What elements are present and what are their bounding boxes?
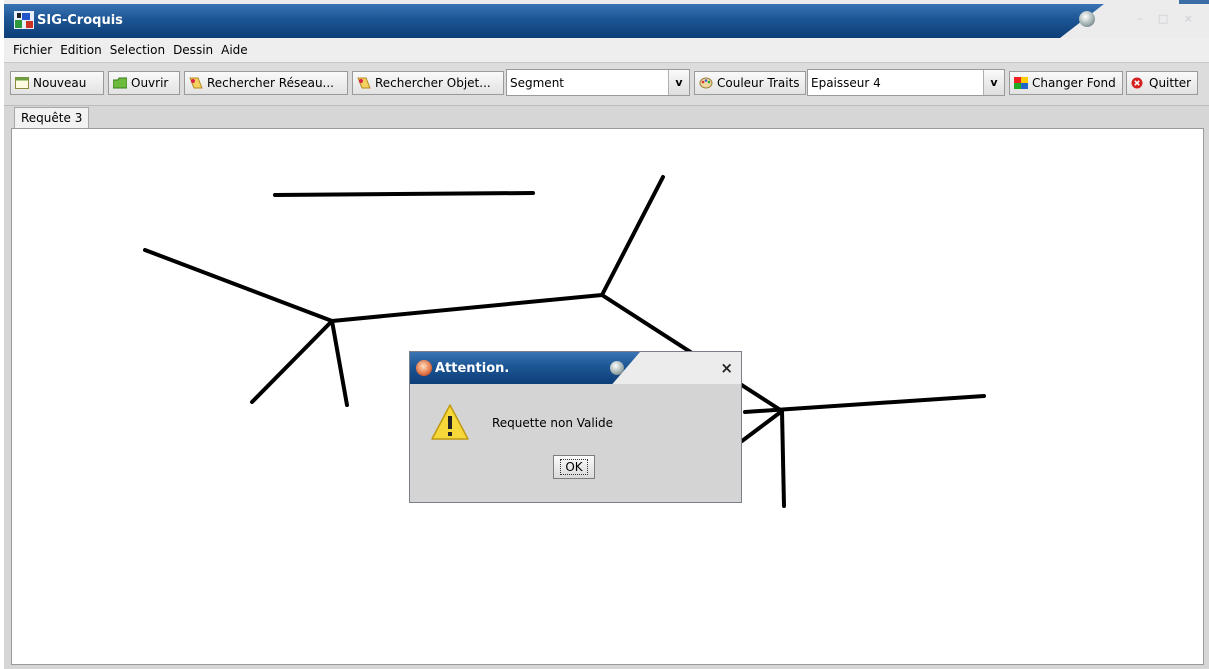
menu-dessin[interactable]: Dessin	[169, 38, 217, 62]
quitter-button[interactable]: Quitter	[1126, 71, 1198, 95]
nouveau-label: Nouveau	[33, 76, 87, 90]
ok-label: OK	[560, 459, 588, 475]
sketch-segment	[143, 248, 334, 323]
sketch-segment	[600, 175, 665, 297]
chevron-down-icon[interactable]: v	[983, 70, 1004, 95]
sketch-segment	[330, 293, 604, 323]
sketch-segment	[330, 319, 349, 407]
close-icon[interactable]: ×	[720, 359, 733, 377]
color-palette-icon	[699, 77, 713, 89]
shape-select[interactable]: Segment v	[506, 69, 690, 96]
chevron-down-icon[interactable]: v	[668, 70, 689, 95]
window-controls[interactable]: – □ ×	[1137, 12, 1199, 25]
menu-fichier[interactable]: Fichier	[9, 38, 56, 62]
shape-select-value: Segment	[510, 76, 564, 90]
ok-button[interactable]: OK	[553, 455, 595, 479]
app-logo-icon	[14, 11, 34, 29]
nouveau-button[interactable]: Nouveau	[10, 71, 104, 95]
dialog-title-bar[interactable]: Attention. ×	[410, 352, 741, 384]
changer-fond-button[interactable]: Changer Fond	[1009, 71, 1123, 95]
window-title: SIG-Croquis	[37, 13, 123, 28]
pin-icon[interactable]	[610, 361, 624, 375]
sketch-segment	[740, 409, 784, 443]
couleur-traits-button[interactable]: Couleur Traits	[694, 71, 806, 95]
search-network-icon	[189, 77, 203, 89]
thickness-select[interactable]: Epaisseur 4 v	[807, 69, 1005, 96]
couleur-traits-label: Couleur Traits	[717, 76, 800, 90]
ouvrir-button[interactable]: Ouvrir	[108, 71, 180, 95]
search-object-icon	[357, 77, 371, 89]
changer-fond-label: Changer Fond	[1032, 76, 1116, 90]
sketch-segment	[250, 319, 334, 404]
sketch-segment	[273, 191, 535, 197]
title-bar-accent	[1179, 0, 1209, 4]
menu-aide[interactable]: Aide	[217, 38, 252, 62]
folder-icon	[113, 77, 127, 89]
tab-strip: Requête 3	[4, 106, 1209, 129]
new-document-icon	[15, 77, 29, 89]
rechercher-reseau-label: Rechercher Réseau...	[207, 76, 334, 90]
app-window: SIG-Croquis – □ × Fichier Edition Selectio…	[4, 0, 1209, 669]
dialog-title: Attention.	[435, 361, 510, 376]
quitter-label: Quitter	[1149, 76, 1192, 90]
attention-dialog: Attention. × Requette non Valide OK	[409, 351, 742, 503]
background-color-icon	[1014, 77, 1028, 89]
rechercher-reseau-button[interactable]: Rechercher Réseau...	[184, 71, 348, 95]
tab-requete-3[interactable]: Requête 3	[14, 107, 90, 129]
pin-icon[interactable]	[1079, 11, 1095, 27]
dialog-app-icon	[416, 360, 432, 376]
thickness-select-value: Epaisseur 4	[811, 76, 881, 90]
toolbar: Nouveau Ouvrir Rechercher Réseau... Rech…	[4, 63, 1209, 106]
sketch-segment	[780, 409, 786, 508]
close-circle-icon	[1131, 77, 1143, 89]
menu-selection[interactable]: Selection	[106, 38, 169, 62]
rechercher-objet-label: Rechercher Objet...	[375, 76, 491, 90]
menu-edition[interactable]: Edition	[56, 38, 106, 62]
rechercher-objet-button[interactable]: Rechercher Objet...	[352, 71, 504, 95]
title-bar-background	[4, 4, 1104, 38]
title-bar[interactable]: SIG-Croquis – □ ×	[4, 0, 1209, 38]
ouvrir-label: Ouvrir	[131, 76, 169, 90]
warning-icon	[431, 404, 469, 440]
dialog-message: Requette non Valide	[492, 416, 614, 430]
menu-bar: Fichier Edition Selection Dessin Aide	[4, 38, 1209, 63]
